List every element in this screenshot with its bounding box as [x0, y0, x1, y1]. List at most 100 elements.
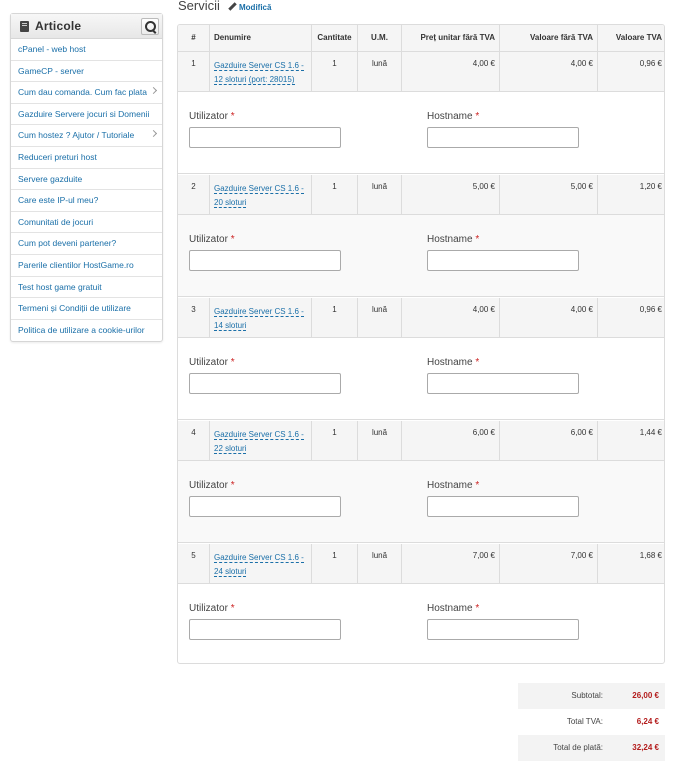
vat-total-label: Total TVA: — [566, 717, 603, 726]
required-marker: * — [230, 357, 235, 368]
server-config-form: Utilizator * Hostname * — [178, 461, 664, 543]
row-value: 7,00 € — [499, 544, 597, 584]
username-input[interactable] — [189, 127, 341, 148]
required-marker: * — [230, 603, 235, 614]
sidebar-item-label: Reduceri preturi host — [18, 151, 97, 162]
sidebar-item[interactable]: Comunitati de jocuri — [11, 212, 162, 234]
row-number: 5 — [191, 551, 196, 560]
service-block: 2 Gazduire Server CS 1.6 - 20 sloturi 1 lună… — [178, 175, 664, 298]
service-name-link[interactable]: Gazduire Server CS 1.6 - 22 sloturi — [214, 430, 304, 454]
sidebar-item[interactable]: cPanel - web host — [11, 39, 162, 61]
sidebar-header: Articole — [11, 14, 162, 39]
hostname-input[interactable] — [427, 619, 579, 640]
row-quantity: 1 — [311, 421, 357, 461]
row-quantity: 1 — [311, 298, 357, 338]
sidebar-item-label: Parerile clientilor HostGame.ro — [18, 259, 134, 270]
sidebar-item[interactable]: Termeni și Condiții de utilizare — [11, 298, 162, 320]
sidebar-item[interactable]: Test host game gratuit — [11, 277, 162, 299]
service-name-link[interactable]: Gazduire Server CS 1.6 - 12 sloturi (port… — [214, 61, 304, 85]
sidebar-item-label: Cum pot deveni partener? — [18, 238, 117, 249]
row-vat: 1,44 € — [597, 421, 664, 461]
sidebar-item-label: Cum hostez ? Ajutor / Tutoriale — [18, 130, 135, 141]
hostname-label: Hostname * — [427, 603, 479, 614]
row-number: 1 — [191, 59, 196, 68]
row-unit: lună — [357, 421, 401, 461]
username-input[interactable] — [189, 619, 341, 640]
table-row: 3 Gazduire Server CS 1.6 - 14 sloturi 1 lună… — [178, 298, 664, 338]
sidebar-list: cPanel - web host GameCP - server Cum dau … — [11, 39, 162, 341]
sidebar-item-label: Servere gazduite — [18, 173, 83, 184]
sidebar-item[interactable]: Servere gazduite — [11, 169, 162, 191]
row-value: 5,00 € — [499, 175, 597, 215]
sidebar-item[interactable]: Parerile clientilor HostGame.ro — [11, 255, 162, 277]
server-config-form: Utilizator * Hostname * — [178, 215, 664, 297]
required-marker: * — [475, 234, 480, 245]
articles-sidebar: Articole cPanel - web host GameCP - serve… — [10, 13, 163, 343]
row-vat: 0,96 € — [597, 52, 664, 92]
table-row: 1 Gazduire Server CS 1.6 - 12 sloturi (por… — [178, 52, 664, 92]
sidebar-item[interactable]: GameCP - server — [11, 61, 162, 83]
services-table: # Denumire Cantitate U.M. Preț unitar fă… — [177, 24, 665, 664]
hostname-input[interactable] — [427, 127, 579, 148]
sidebar-item[interactable]: Gazduire Servere jocuri si Domenii — [11, 104, 162, 126]
row-quantity: 1 — [311, 52, 357, 92]
sidebar-item-label: Cum dau comanda. Cum fac plata — [18, 87, 147, 98]
subtotal-row: Subtotal: 26,00 € — [518, 683, 665, 709]
username-input[interactable] — [189, 250, 341, 271]
hostname-input[interactable] — [427, 496, 579, 517]
username-input[interactable] — [189, 496, 341, 517]
sidebar-item-label: Test host game gratuit — [18, 281, 102, 292]
row-number: 3 — [191, 305, 196, 314]
sidebar-item-label: Termeni și Condiții de utilizare — [18, 303, 131, 314]
required-marker: * — [475, 480, 480, 491]
service-block: 1 Gazduire Server CS 1.6 - 12 sloturi (por… — [178, 52, 664, 175]
pencil-icon — [228, 2, 237, 11]
sidebar-item[interactable]: Politica de utilizare a cookie-urilor — [11, 320, 162, 342]
service-name-line1: Gazduire Server CS 1.6 - — [214, 307, 304, 316]
sidebar-item-label: Politica de utilizare a cookie-urilor — [18, 324, 145, 335]
row-name-cell: Gazduire Server CS 1.6 - 22 sloturi — [209, 421, 311, 461]
hostname-label: Hostname * — [427, 234, 479, 245]
sidebar-item[interactable]: Cum pot deveni partener? — [11, 233, 162, 255]
username-input[interactable] — [189, 373, 341, 394]
col-header-name: Denumire — [209, 25, 311, 52]
row-name-cell: Gazduire Server CS 1.6 - 20 sloturi — [209, 175, 311, 215]
row-name-cell: Gazduire Server CS 1.6 - 12 sloturi (port… — [209, 52, 311, 92]
chevron-right-icon — [149, 87, 158, 95]
service-name-link[interactable]: Gazduire Server CS 1.6 - 20 sloturi — [214, 184, 304, 208]
service-name-line1: Gazduire Server CS 1.6 - — [214, 184, 304, 193]
table-row: 5 Gazduire Server CS 1.6 - 24 sloturi 1 lună… — [178, 544, 664, 584]
vat-total-value: 6,24 € — [636, 717, 659, 726]
hostname-label: Hostname * — [427, 480, 479, 491]
row-name-cell: Gazduire Server CS 1.6 - 14 sloturi — [209, 298, 311, 338]
row-vat: 1,68 € — [597, 544, 664, 584]
col-header-unit-price: Preț unitar fără TVA — [401, 25, 499, 52]
edit-link[interactable]: Modifică — [228, 2, 272, 12]
hostname-label-text: Hostname — [427, 480, 473, 491]
hostname-input[interactable] — [427, 373, 579, 394]
sidebar-item[interactable]: Cum hostez ? Ajutor / Tutoriale — [11, 125, 162, 147]
service-name-line1: Gazduire Server CS 1.6 - — [214, 61, 304, 70]
sidebar-title: Articole — [35, 19, 82, 33]
service-name-link[interactable]: Gazduire Server CS 1.6 - 14 sloturi — [214, 307, 304, 331]
search-icon[interactable] — [141, 18, 159, 35]
edit-label: Modifică — [239, 3, 272, 12]
hostname-label-text: Hostname — [427, 603, 473, 614]
service-name-line2: 20 sloturi — [214, 198, 247, 207]
row-number: 2 — [191, 182, 196, 191]
username-label: Utilizator * — [189, 111, 235, 122]
service-name-line1: Gazduire Server CS 1.6 - — [214, 430, 304, 439]
sidebar-item[interactable]: Reduceri preturi host — [11, 147, 162, 169]
hostname-input[interactable] — [427, 250, 579, 271]
service-name-link[interactable]: Gazduire Server CS 1.6 - 24 sloturi — [214, 553, 304, 577]
sidebar-item-label: GameCP - server — [18, 65, 84, 76]
row-value: 4,00 € — [499, 52, 597, 92]
row-unit-price: 5,00 € — [401, 175, 499, 215]
sidebar-item[interactable]: Cum dau comanda. Cum fac plata — [11, 82, 162, 104]
row-unit-price: 6,00 € — [401, 421, 499, 461]
sidebar-item-label: cPanel - web host — [18, 44, 86, 54]
sidebar-item[interactable]: Care este IP-ul meu? — [11, 190, 162, 212]
required-marker: * — [475, 111, 480, 122]
required-marker: * — [230, 111, 235, 122]
service-name-line2: 24 sloturi — [214, 567, 247, 576]
